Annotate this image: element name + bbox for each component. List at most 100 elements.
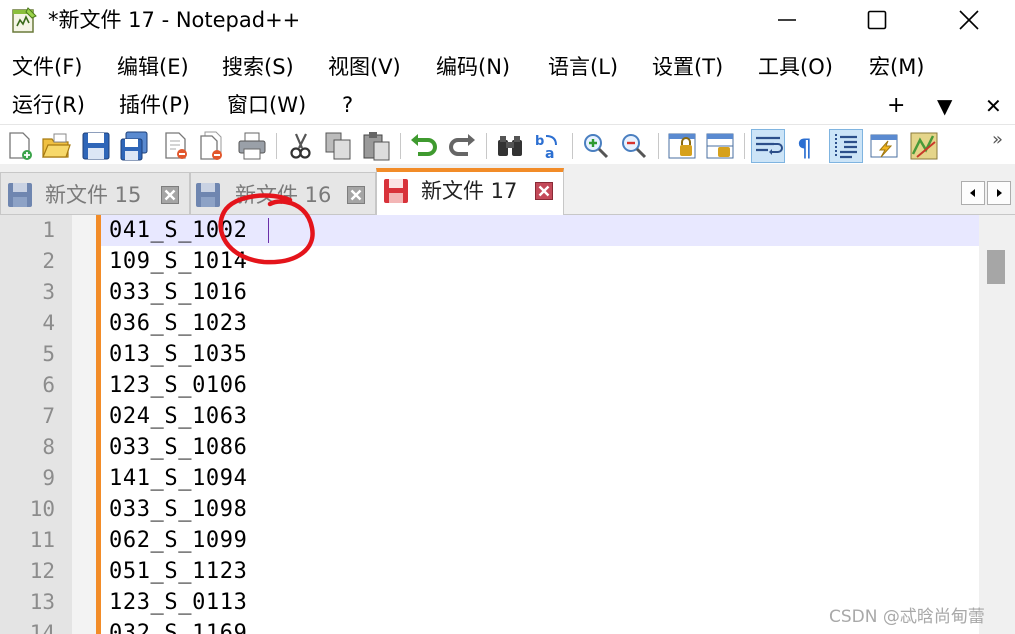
menu-help[interactable]: ? [342,90,353,120]
user-language-icon[interactable] [868,130,900,162]
line-number-margin: 1 2 3 4 5 6 7 8 9 10 11 12 13 14 [0,215,72,634]
open-file-icon[interactable] [40,130,72,162]
menu-settings[interactable]: 设置(T) [652,52,723,82]
toolbar: ba ¶ » [0,124,1015,165]
save-all-icon[interactable] [118,130,150,162]
tab-scroll-left-button[interactable] [961,181,985,205]
close-all-icon[interactable] [196,130,228,162]
chevron-right-icon [997,189,1002,197]
line-number: 12 [29,559,55,583]
copy-icon[interactable] [322,130,354,162]
zoom-in-icon[interactable] [580,130,612,162]
code-line[interactable]: 033_S_1016 [109,277,247,308]
line-number: 6 [42,373,55,397]
line-number: 5 [42,342,55,366]
line-number: 3 [42,280,55,304]
tab-label: 新文件 17 [421,179,518,203]
menu-search[interactable]: 搜索(S) [222,52,294,82]
close-icon [959,10,979,30]
sync-vertical-icon[interactable] [666,130,698,162]
code-line[interactable]: 032_S_1169 [109,618,247,634]
new-tab-plus-button[interactable]: + [887,92,905,120]
menu-run[interactable]: 运行(R) [12,90,85,120]
line-number: 2 [42,249,55,273]
minimize-icon [778,19,796,21]
menu-window[interactable]: 窗口(W) [227,90,306,120]
word-wrap-icon[interactable] [751,129,785,163]
code-line[interactable]: 123_S_0106 [109,370,247,401]
code-line[interactable]: 062_S_1099 [109,525,247,556]
tab-new-file-17[interactable]: 新文件 17 [376,168,564,215]
maximize-button[interactable] [831,0,923,40]
line-number: 8 [42,435,55,459]
menu-view[interactable]: 视图(V) [328,52,401,82]
menu-plugins[interactable]: 插件(P) [119,90,190,120]
code-line[interactable]: 141_S_1094 [109,463,247,494]
line-number: 14 [29,621,55,634]
watermark: CSDN @忒晗尚甸蕾 [829,607,985,627]
line-number: 4 [42,311,55,335]
menu-edit[interactable]: 编辑(E) [117,52,189,82]
save-icon [7,182,33,208]
annotation-circle [218,193,315,265]
fold-margin[interactable] [72,215,96,634]
code-line[interactable]: 013_S_1035 [109,339,247,370]
save-icon[interactable] [80,130,112,162]
menu-macro[interactable]: 宏(M) [869,52,925,82]
sync-horizontal-icon[interactable] [704,130,736,162]
code-line[interactable]: 033_S_1098 [109,494,247,525]
find-icon[interactable] [494,130,526,162]
paste-icon[interactable] [360,130,392,162]
svg-text:a: a [545,146,554,162]
vertical-scrollbar[interactable] [979,215,1015,634]
menu-bar: 文件(F) 编辑(E) 搜索(S) 视图(V) 编码(N) 语言(L) 设置(T… [0,46,1015,122]
change-history-bar [96,215,101,634]
undo-icon[interactable] [408,130,440,162]
minimize-button[interactable] [741,0,833,40]
line-number: 7 [42,404,55,428]
redo-icon[interactable] [446,130,478,162]
tab-close-icon[interactable] [535,182,553,200]
tab-close-icon[interactable] [347,186,365,204]
line-number: 13 [29,590,55,614]
tab-list-dropdown-button[interactable]: ▼ [937,92,952,120]
close-icon[interactable] [160,130,192,162]
code-line[interactable]: 033_S_1086 [109,432,247,463]
code-line[interactable]: 123_S_0113 [109,587,247,618]
close-window-button[interactable] [923,0,1015,40]
menu-tools[interactable]: 工具(O) [758,52,833,82]
line-number: 9 [42,466,55,490]
menu-encoding[interactable]: 编码(N) [436,52,510,82]
menu-file[interactable]: 文件(F) [12,52,82,82]
replace-icon[interactable]: ba [532,130,564,162]
toolbar-overflow-button[interactable]: » [992,129,1003,150]
title-bar: *新文件 17 - Notepad++ [0,0,1015,40]
scrollbar-thumb[interactable] [987,250,1005,284]
tab-scroll-right-button[interactable] [987,181,1011,205]
print-icon[interactable] [236,130,268,162]
show-all-characters-icon[interactable]: ¶ [790,130,822,162]
editor[interactable]: 1 2 3 4 5 6 7 8 9 10 11 12 13 14 041_S_1002 109_S_1014… [0,215,1015,634]
svg-text:¶: ¶ [797,134,812,162]
line-number: 10 [29,497,55,521]
tab-bar: 新文件 15 新文件 16 新文件 17 [0,164,1015,215]
tab-new-file-15[interactable]: 新文件 15 [0,172,190,214]
svg-text:b: b [535,134,544,149]
code-line[interactable]: 024_S_1063 [109,401,247,432]
zoom-out-icon[interactable] [618,130,650,162]
indent-guide-icon[interactable] [829,129,863,163]
chevron-left-icon [970,189,975,197]
new-file-icon[interactable] [4,130,36,162]
close-document-button[interactable]: ✕ [985,92,1002,120]
cut-icon[interactable] [284,130,316,162]
tab-label: 新文件 15 [45,183,142,207]
document-map-icon[interactable] [908,130,940,162]
maximize-icon [867,10,887,30]
tab-close-icon[interactable] [161,186,179,204]
code-line[interactable]: 036_S_1023 [109,308,247,339]
window-title: *新文件 17 - Notepad++ [48,8,301,32]
line-number: 1 [42,218,55,242]
unsaved-save-icon [383,178,409,204]
menu-language[interactable]: 语言(L) [548,52,618,82]
code-line[interactable]: 051_S_1123 [109,556,247,587]
